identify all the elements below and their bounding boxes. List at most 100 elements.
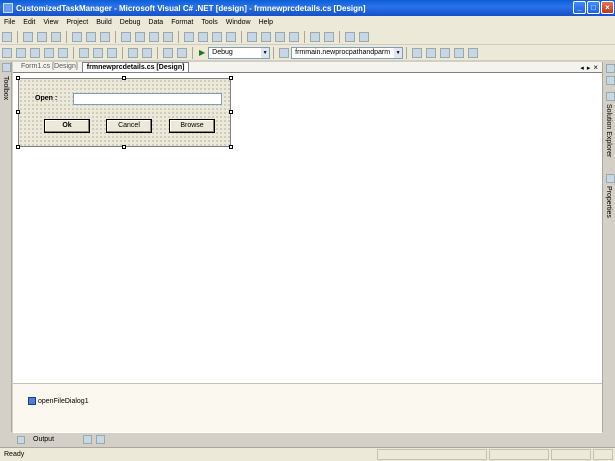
toolbox-dock[interactable]: Toolbox xyxy=(0,62,12,432)
find-in-files-icon[interactable] xyxy=(279,47,290,58)
startup-object-combo[interactable]: frmmain.newprocpathandparm ▼ xyxy=(291,46,404,59)
toolbox-label[interactable]: Toolbox xyxy=(2,76,9,100)
ok-button[interactable]: Ok xyxy=(44,119,90,133)
menu-format[interactable]: Format xyxy=(167,19,197,26)
navigate-forward-icon[interactable] xyxy=(177,47,187,58)
align-tops-icon[interactable] xyxy=(72,31,82,42)
menu-debug[interactable]: Debug xyxy=(116,19,145,26)
redo-icon[interactable] xyxy=(142,47,152,58)
remove-horizontal-spacing-icon[interactable] xyxy=(226,31,236,42)
menu-data[interactable]: Data xyxy=(144,19,167,26)
decrease-horizontal-spacing-icon[interactable] xyxy=(212,31,222,42)
minimize-button[interactable]: _ xyxy=(573,1,586,14)
align-middles-icon[interactable] xyxy=(86,31,96,42)
size-to-grid-icon[interactable] xyxy=(163,31,173,42)
make-same-width-icon[interactable] xyxy=(121,31,131,42)
component-label: openFileDialog1 xyxy=(38,397,89,405)
save-all-icon[interactable] xyxy=(58,47,68,58)
tab-frmnewprcdetails-design[interactable]: frmnewprcdetails.cs [Design] xyxy=(81,62,190,72)
properties-icon[interactable] xyxy=(606,174,615,183)
menu-tools[interactable]: Tools xyxy=(197,19,221,26)
designed-form[interactable]: Open : Ok Cancel Browse xyxy=(18,78,231,147)
resource-view-icon[interactable] xyxy=(606,92,615,101)
cancel-button[interactable]: Cancel xyxy=(106,119,152,133)
align-to-grid-icon[interactable] xyxy=(2,31,12,42)
object-browser-icon[interactable] xyxy=(440,47,451,58)
menu-help[interactable]: Help xyxy=(255,19,277,26)
command-window-icon[interactable] xyxy=(83,435,92,444)
solution-explorer-icon[interactable] xyxy=(412,47,423,58)
align-lefts-icon[interactable] xyxy=(23,31,33,42)
solution-config-combo[interactable]: Debug ▼ xyxy=(208,46,271,59)
resize-handle[interactable] xyxy=(122,145,126,149)
output-tab[interactable]: Output xyxy=(33,436,73,443)
save-icon[interactable] xyxy=(44,47,54,58)
output-bar: Output xyxy=(13,432,602,446)
toolbar-separator xyxy=(17,30,18,43)
properties-tab[interactable]: Properties xyxy=(605,186,612,218)
open-file-icon[interactable] xyxy=(30,47,40,58)
startup-object-value: frmmain.newprocpathandparm xyxy=(295,48,391,56)
decrease-vertical-spacing-icon[interactable] xyxy=(275,31,285,42)
close-button[interactable]: × xyxy=(601,1,614,14)
toolbar-separator xyxy=(178,30,179,43)
resize-handle[interactable] xyxy=(229,76,233,80)
maximize-button[interactable]: □ xyxy=(587,1,600,14)
path-textbox[interactable] xyxy=(73,93,222,105)
task-list-icon[interactable] xyxy=(96,435,105,444)
toolbar-separator xyxy=(192,46,193,59)
properties-window-icon[interactable] xyxy=(426,47,437,58)
cut-icon[interactable] xyxy=(79,47,89,58)
tab-close-icon[interactable]: × xyxy=(593,63,598,72)
tab-scroll-right-icon[interactable]: ▸ xyxy=(587,64,591,72)
undo-icon[interactable] xyxy=(128,47,138,58)
align-bottoms-icon[interactable] xyxy=(100,31,110,42)
tab-scroll-left-icon[interactable]: ◂ xyxy=(580,64,584,72)
make-same-height-icon[interactable] xyxy=(135,31,145,42)
resize-handle[interactable] xyxy=(229,145,233,149)
center-vertically-icon[interactable] xyxy=(324,31,334,42)
class-view-icon[interactable] xyxy=(606,76,615,85)
horizontal-spacing-icon[interactable] xyxy=(184,31,194,42)
resize-handle[interactable] xyxy=(229,110,233,114)
open-file-dialog-component[interactable]: openFileDialog1 xyxy=(28,397,89,405)
paste-icon[interactable] xyxy=(107,47,117,58)
vertical-spacing-icon[interactable] xyxy=(247,31,257,42)
component-tray: openFileDialog1 xyxy=(13,383,602,432)
browse-button[interactable]: Browse xyxy=(169,119,215,133)
menu-build[interactable]: Build xyxy=(92,19,116,26)
resize-handle[interactable] xyxy=(16,145,20,149)
menu-bar: File Edit View Project Build Debug Data … xyxy=(0,16,615,29)
resize-handle[interactable] xyxy=(16,110,20,114)
solution-explorer-icon[interactable] xyxy=(606,64,615,73)
increase-vertical-spacing-icon[interactable] xyxy=(261,31,271,42)
resize-handle[interactable] xyxy=(16,76,20,80)
layout-toolbar xyxy=(0,29,615,45)
open-label[interactable]: Open : xyxy=(35,95,57,102)
menu-project[interactable]: Project xyxy=(62,19,92,26)
center-horizontally-icon[interactable] xyxy=(310,31,320,42)
status-bar: Ready xyxy=(0,447,615,461)
menu-edit[interactable]: Edit xyxy=(19,19,39,26)
menu-window[interactable]: Window xyxy=(222,19,255,26)
align-rights-icon[interactable] xyxy=(51,31,61,42)
menu-file[interactable]: File xyxy=(0,19,19,26)
toolbar-separator xyxy=(122,46,123,59)
copy-icon[interactable] xyxy=(93,47,103,58)
align-centers-icon[interactable] xyxy=(37,31,47,42)
toolbox-icon[interactable] xyxy=(454,47,465,58)
bring-to-front-icon[interactable] xyxy=(345,31,355,42)
start-icon[interactable]: ▶ xyxy=(199,48,205,57)
remove-vertical-spacing-icon[interactable] xyxy=(289,31,299,42)
increase-horizontal-spacing-icon[interactable] xyxy=(198,31,208,42)
new-project-icon[interactable] xyxy=(2,47,12,58)
tab-form1-design[interactable]: Form1.cs [Design] xyxy=(17,62,82,72)
send-to-back-icon[interactable] xyxy=(359,31,369,42)
add-new-item-icon[interactable] xyxy=(16,47,26,58)
navigate-backward-icon[interactable] xyxy=(163,47,173,58)
solution-explorer-tab[interactable]: Solution Explorer xyxy=(605,104,612,157)
resize-handle[interactable] xyxy=(122,76,126,80)
class-view-icon[interactable] xyxy=(468,47,479,58)
menu-view[interactable]: View xyxy=(39,19,62,26)
make-same-size-icon[interactable] xyxy=(149,31,159,42)
